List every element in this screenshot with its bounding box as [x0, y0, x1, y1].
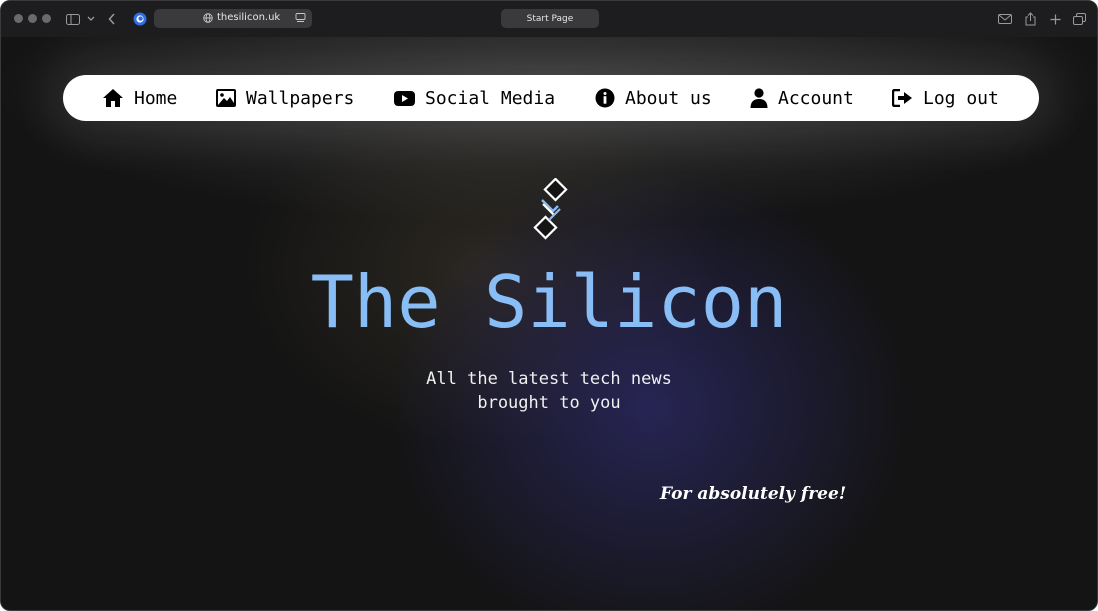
nav-item-account[interactable]: Account [750, 75, 854, 121]
logout-icon [892, 89, 912, 107]
tab-overview-icon[interactable] [1072, 10, 1087, 28]
image-icon [216, 89, 236, 107]
tagline-text: For absolutely free! [660, 484, 847, 504]
browser-toolbar: thesilicon.uk Start Page [1, 1, 1097, 38]
home-icon [103, 89, 123, 107]
nav-item-log-out[interactable]: Log out [892, 75, 999, 121]
main-navbar: Home Wallpapers Social Media About us Ac… [63, 75, 1039, 121]
reader-mode-icon[interactable] [295, 13, 306, 26]
new-tab-icon[interactable] [1048, 10, 1062, 28]
url-text: thesilicon.uk [217, 12, 281, 23]
nav-item-label: Home [134, 87, 178, 109]
address-bar[interactable]: thesilicon.uk [154, 9, 312, 28]
mail-icon[interactable] [997, 10, 1013, 28]
zoom-window-button[interactable] [42, 14, 51, 23]
subtitle-line: brought to you [477, 393, 621, 413]
info-icon [595, 88, 615, 108]
nav-item-label: Social Media [425, 87, 556, 109]
nav-item-label: Log out [923, 87, 999, 109]
nav-item-label: Account [778, 87, 854, 109]
subtitle-line: All the latest tech news [426, 369, 672, 389]
site-logo [528, 177, 572, 244]
close-window-button[interactable] [14, 14, 23, 23]
nav-item-home[interactable]: Home [102, 75, 177, 121]
site-subtitle: All the latest tech news brought to you [1, 367, 1097, 415]
minimize-window-button[interactable] [28, 14, 37, 23]
nav-item-wallpapers[interactable]: Wallpapers [216, 75, 354, 121]
back-button[interactable] [106, 10, 118, 28]
nav-item-social-media[interactable]: Social Media [394, 75, 555, 121]
site-title: The Silicon [310, 260, 788, 344]
youtube-icon [394, 90, 415, 106]
nav-item-about-us[interactable]: About us [595, 75, 712, 121]
nav-item-label: Wallpapers [246, 87, 355, 109]
globe-icon [203, 13, 213, 26]
site-favicon-icon [132, 10, 147, 28]
web-page: Home Wallpapers Social Media About us Ac… [1, 37, 1097, 610]
share-icon[interactable] [1023, 10, 1037, 28]
chevron-down-icon[interactable] [86, 10, 96, 28]
tab-title: Start Page [526, 13, 574, 24]
browser-window: thesilicon.uk Start Page Home Wallpapers… [0, 0, 1098, 611]
sidebar-toggle-icon[interactable] [65, 10, 81, 28]
nav-item-label: About us [625, 87, 712, 109]
user-icon [750, 88, 768, 108]
tab-start-page[interactable]: Start Page [501, 9, 599, 28]
